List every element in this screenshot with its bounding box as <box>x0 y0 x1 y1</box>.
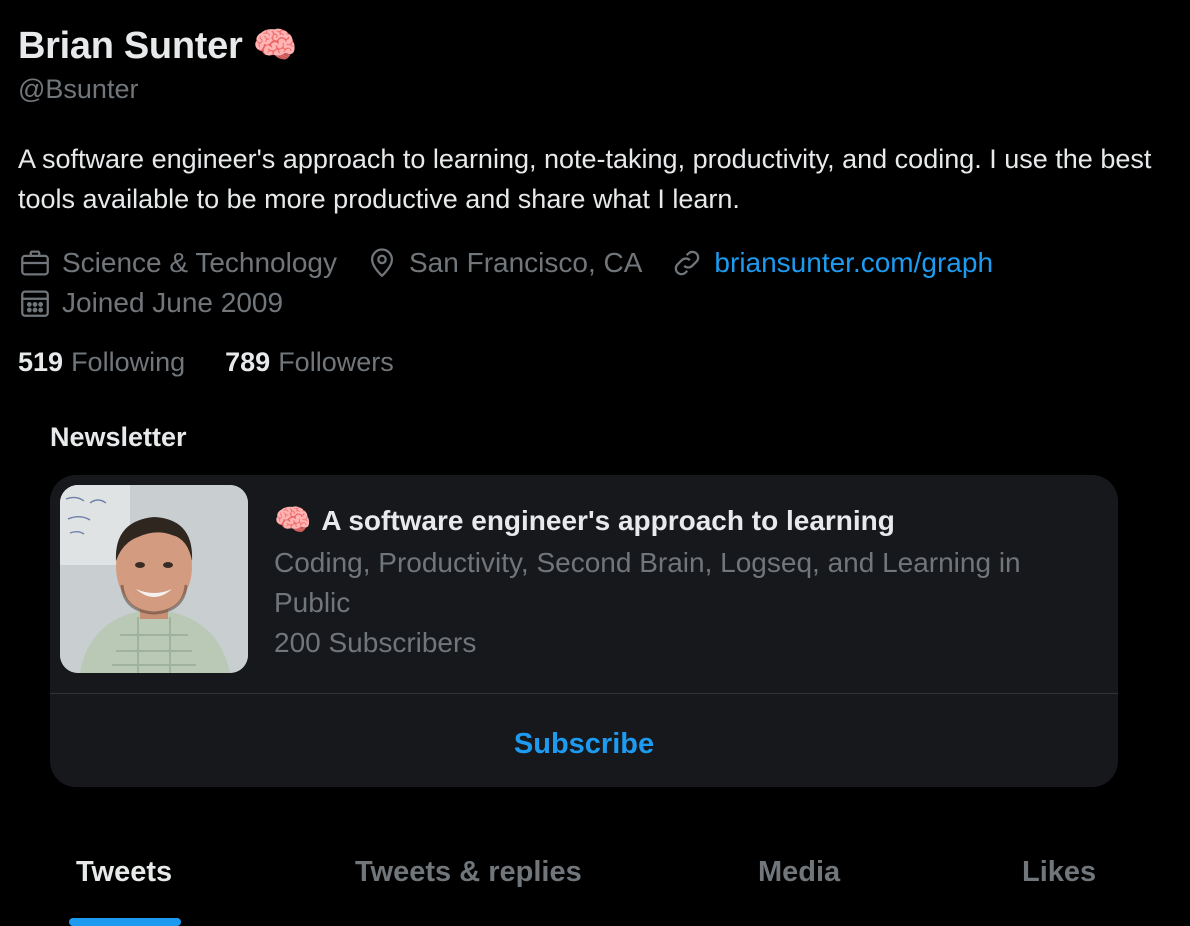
brain-emoji-icon: 🧠 <box>252 25 298 66</box>
newsletter-title-row: 🧠 A software engineer's approach to lear… <box>274 505 1094 537</box>
name-row: Brian Sunter 🧠 <box>18 22 1170 70</box>
following-count: 519 <box>18 347 64 377</box>
subscribe-button[interactable]: Subscribe <box>50 728 1118 761</box>
profile-meta: Science & Technology San Francisco, CA b… <box>18 243 1170 323</box>
location-item: San Francisco, CA <box>365 246 642 280</box>
avatar-portrait-icon <box>60 485 248 673</box>
profile-bio: A software engineer's approach to learni… <box>18 144 1152 214</box>
joined-label: Joined June 2009 <box>62 287 284 318</box>
newsletter-subscriber-count: 200 Subscribers <box>274 627 477 658</box>
joined-item: Joined June 2009 <box>18 286 283 320</box>
brain-emoji-icon: 🧠 <box>274 503 312 538</box>
followers-label: Followers <box>278 347 394 377</box>
active-tab-indicator <box>69 918 181 926</box>
location-label: San Francisco, CA <box>409 247 643 278</box>
newsletter-card[interactable]: 🧠 A software engineer's approach to lear… <box>50 475 1118 787</box>
followers-count: 789 <box>225 347 271 377</box>
category-item: Science & Technology <box>18 246 337 280</box>
newsletter-description: Coding, Productivity, Second Brain, Logs… <box>274 547 1021 618</box>
profile-tabs: Tweets Tweets & replies Media Likes <box>0 848 1190 924</box>
location-pin-icon <box>370 248 394 278</box>
tab-likes[interactable]: Likes <box>1022 856 1096 889</box>
link-icon <box>675 250 700 276</box>
newsletter-divider <box>50 693 1118 694</box>
follow-stats: 519 Following 789 Followers <box>18 347 1170 378</box>
profile-header: Brian Sunter 🧠 @Bsunter A software engin… <box>18 22 1170 378</box>
following-label: Following <box>71 347 186 377</box>
website-item[interactable]: briansunter.com/graph <box>670 246 993 280</box>
tab-tweets[interactable]: Tweets <box>76 856 172 889</box>
briefcase-icon <box>21 250 49 276</box>
display-name: Brian Sunter <box>18 24 243 67</box>
followers-link[interactable]: 789 Followers <box>225 347 394 378</box>
category-label: Science & Technology <box>62 247 337 278</box>
tab-media[interactable]: Media <box>758 856 840 889</box>
following-link[interactable]: 519 Following <box>18 347 185 378</box>
newsletter-heading: Newsletter <box>50 422 187 452</box>
user-handle: @Bsunter <box>18 74 139 104</box>
tab-tweets-and-replies[interactable]: Tweets & replies <box>355 856 582 889</box>
calendar-icon <box>21 290 49 317</box>
website-link[interactable]: briansunter.com/graph <box>714 247 993 279</box>
newsletter-title: A software engineer's approach to learni… <box>321 505 895 536</box>
newsletter-avatar <box>60 485 248 673</box>
